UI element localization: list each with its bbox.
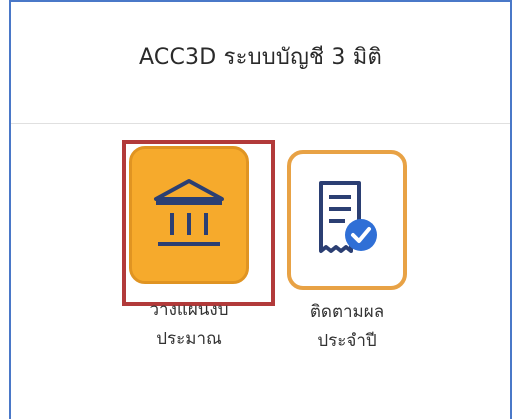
- budget-planning-label-line1: วางแผนงบ: [149, 300, 229, 320]
- budget-planning-tile[interactable]: [129, 146, 249, 284]
- menu-item-budget-planning[interactable]: วางแผนงบ ประมาณ: [129, 146, 249, 354]
- menu-item-annual-followup[interactable]: ติดตามผล ประจำปี: [287, 150, 407, 356]
- bank-icon: [154, 179, 224, 246]
- annual-followup-label-line2: ประจำปี: [317, 331, 377, 351]
- annual-followup-label-line1: ติดตามผล: [309, 302, 385, 322]
- annual-followup-tile[interactable]: [287, 150, 407, 290]
- budget-planning-label: วางแผนงบ ประมาณ: [149, 296, 228, 354]
- budget-planning-label-line2: ประมาณ: [156, 329, 222, 349]
- app-header: ACC3D ระบบบัญชี 3 มิติ: [11, 2, 510, 124]
- app-panel: ACC3D ระบบบัญชี 3 มิติ วางแผนงบ ประมาณ ต…: [9, 0, 512, 419]
- app-title: ACC3D ระบบบัญชี 3 มิติ: [139, 45, 382, 70]
- receipt-check-icon: [319, 181, 377, 253]
- annual-followup-label: ติดตามผล ประจำปี: [310, 298, 384, 356]
